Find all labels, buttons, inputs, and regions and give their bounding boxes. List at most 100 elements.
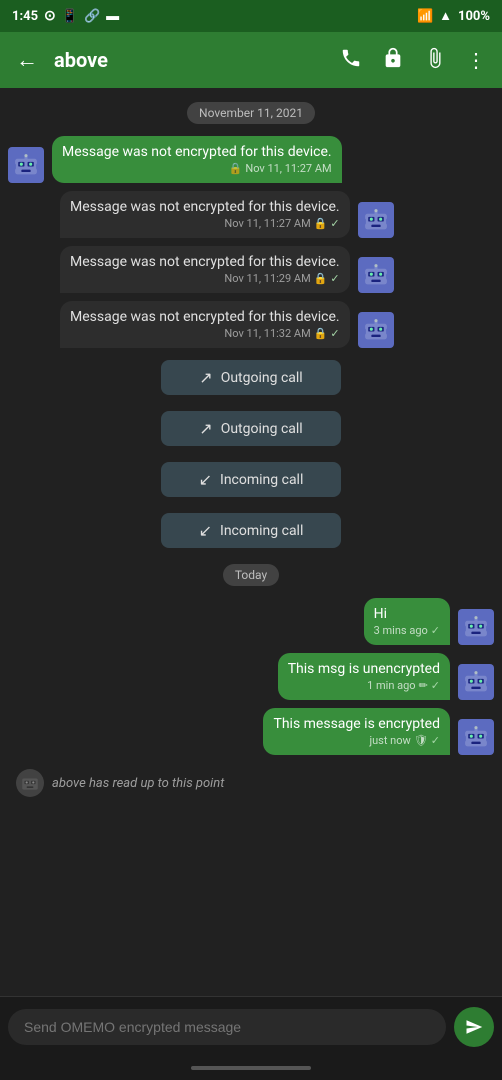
lock-icon-r3: 🔒 xyxy=(314,327,328,340)
lock-icon-r2: 🔒 xyxy=(314,272,328,285)
received-meta-3: Nov 11, 11:32 AM 🔒 ✓ xyxy=(70,327,340,340)
chat-area: November 11, 2021 Message was not encryp… xyxy=(0,88,502,996)
lock-button[interactable] xyxy=(374,39,412,82)
today-message-row-1: Hi 3 mins ago ✓ xyxy=(8,598,494,645)
contact-avatar-r3 xyxy=(358,312,394,348)
input-bar xyxy=(0,996,502,1056)
home-indicator xyxy=(0,1056,502,1080)
today-check-2: ✓ xyxy=(431,679,440,692)
status-bar-left: 1:45 ⊙ 📱 🔗 ▬ xyxy=(12,8,119,24)
outgoing-arrow-icon-1: ↗ xyxy=(199,368,212,387)
contact-avatar-1 xyxy=(8,147,44,183)
contact-avatar-r1 xyxy=(358,202,394,238)
app-bar-title: above xyxy=(54,48,332,72)
today-bubble-1: Hi 3 mins ago ✓ xyxy=(364,598,450,645)
read-receipt-text: above has read up to this point xyxy=(52,776,224,791)
app-bar: ← above ⋮ xyxy=(0,32,502,88)
received-text-2: Message was not encrypted for this devic… xyxy=(70,254,340,270)
outgoing-call-label-1: Outgoing call xyxy=(221,370,303,386)
attach-button[interactable] xyxy=(416,39,454,82)
received-message-row-1: Message was not encrypted for this devic… xyxy=(8,191,494,238)
message-bubble-received-3: Message was not encrypted for this devic… xyxy=(60,301,350,348)
app-bar-actions: ⋮ xyxy=(332,39,494,82)
today-time-2: 1 min ago xyxy=(367,679,415,692)
shield-icon: 🛡 xyxy=(414,734,428,747)
today-time-1: 3 mins ago xyxy=(374,624,428,637)
incoming-call-2[interactable]: ↙ Incoming call xyxy=(161,513,341,548)
today-text-1: Hi xyxy=(374,606,440,622)
call-row-4: ↙ Incoming call xyxy=(8,511,494,550)
message-text-1: Message was not encrypted for this devic… xyxy=(62,144,332,160)
received-time-1: Nov 11, 11:27 AM xyxy=(224,217,310,230)
battery-display: 100% xyxy=(458,9,490,24)
received-message-row-2: Message was not encrypted for this devic… xyxy=(8,246,494,293)
message-bubble-received-2: Message was not encrypted for this devic… xyxy=(60,246,350,293)
wifi-icon: ▲ xyxy=(439,8,452,24)
contact-avatar-today-3 xyxy=(458,719,494,755)
check-icon-r1: ✓ xyxy=(330,217,339,230)
today-message-row-2: This msg is unencrypted 1 min ago ✏ ✓ xyxy=(8,653,494,700)
signal-icon: 📶 xyxy=(417,9,433,24)
message-bubble-received-1: Message was not encrypted for this devic… xyxy=(60,191,350,238)
read-receipt-avatar xyxy=(16,769,44,797)
received-text-1: Message was not encrypted for this devic… xyxy=(70,199,340,215)
call-row-2: ↗ Outgoing call xyxy=(8,409,494,448)
outgoing-call-label-2: Outgoing call xyxy=(221,421,303,437)
menu-button[interactable]: ⋮ xyxy=(458,40,494,80)
today-meta-3: just now 🛡 ✓ xyxy=(273,734,440,747)
read-receipt-bar: above has read up to this point xyxy=(8,763,494,803)
message-time-1: Nov 11, 11:27 AM xyxy=(245,162,331,175)
circle-icon: ⊙ xyxy=(44,8,56,24)
status-bar-right: 📶 ▲ 100% xyxy=(417,8,490,24)
check-icon-r3: ✓ xyxy=(330,327,339,340)
message-bubble-sent-1: Message was not encrypted for this devic… xyxy=(52,136,342,183)
today-time-3: just now xyxy=(369,734,410,747)
received-message-row-3: Message was not encrypted for this devic… xyxy=(8,301,494,348)
today-text-3: This message is encrypted xyxy=(273,716,440,732)
today-meta-2: 1 min ago ✏ ✓ xyxy=(288,679,440,692)
check-icon-r2: ✓ xyxy=(330,272,339,285)
lock-icon-1: 🔒 xyxy=(229,162,243,175)
date-divider-november: November 11, 2021 xyxy=(8,102,494,124)
card-icon: ▬ xyxy=(106,8,119,24)
call-row-3: ↙ Incoming call xyxy=(8,460,494,499)
incoming-arrow-icon-1: ↙ xyxy=(199,470,212,489)
link-icon: 🔗 xyxy=(84,9,100,24)
received-meta-2: Nov 11, 11:29 AM 🔒 ✓ xyxy=(70,272,340,285)
incoming-call-label-2: Incoming call xyxy=(220,523,303,539)
today-check-3: ✓ xyxy=(431,734,440,747)
outgoing-call-2[interactable]: ↗ Outgoing call xyxy=(161,411,341,446)
received-text-3: Message was not encrypted for this devic… xyxy=(70,309,340,325)
message-meta-1: 🔒 Nov 11, 11:27 AM xyxy=(62,162,332,175)
home-indicator-bar xyxy=(191,1066,311,1070)
today-message-row-3: This message is encrypted just now 🛡 ✓ xyxy=(8,708,494,755)
outgoing-arrow-icon-2: ↗ xyxy=(199,419,212,438)
phone-status-icon: 📱 xyxy=(62,9,78,24)
phone-button[interactable] xyxy=(332,39,370,82)
incoming-call-1[interactable]: ↙ Incoming call xyxy=(161,462,341,497)
received-meta-1: Nov 11, 11:27 AM 🔒 ✓ xyxy=(70,217,340,230)
status-bar: 1:45 ⊙ 📱 🔗 ▬ 📶 ▲ 100% xyxy=(0,0,502,32)
received-time-2: Nov 11, 11:29 AM xyxy=(224,272,310,285)
contact-avatar-r2 xyxy=(358,257,394,293)
call-row-1: ↗ Outgoing call xyxy=(8,358,494,397)
sent-message-row-1: Message was not encrypted for this devic… xyxy=(8,136,494,183)
today-bubble-3: This message is encrypted just now 🛡 ✓ xyxy=(263,708,450,755)
contact-avatar-today-2 xyxy=(458,664,494,700)
message-input[interactable] xyxy=(8,1009,446,1045)
pencil-icon: ✏ xyxy=(419,679,428,692)
outgoing-call-1[interactable]: ↗ Outgoing call xyxy=(161,360,341,395)
today-text-2: This msg is unencrypted xyxy=(288,661,440,677)
send-button[interactable] xyxy=(454,1007,494,1047)
incoming-call-label-1: Incoming call xyxy=(220,472,303,488)
incoming-arrow-icon-2: ↙ xyxy=(199,521,212,540)
today-check-1: ✓ xyxy=(431,624,440,637)
today-bubble-2: This msg is unencrypted 1 min ago ✏ ✓ xyxy=(278,653,450,700)
back-button[interactable]: ← xyxy=(8,39,46,81)
contact-avatar-today-1 xyxy=(458,609,494,645)
lock-icon-r1: 🔒 xyxy=(314,217,328,230)
today-meta-1: 3 mins ago ✓ xyxy=(374,624,440,637)
received-time-3: Nov 11, 11:32 AM xyxy=(224,327,310,340)
date-divider-today: Today xyxy=(8,564,494,586)
time-display: 1:45 xyxy=(12,9,38,24)
